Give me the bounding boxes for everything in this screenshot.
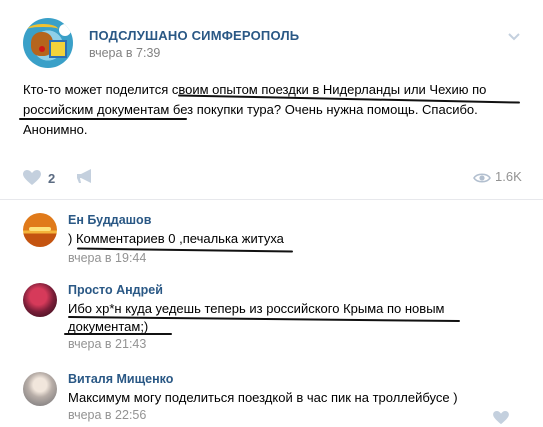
avatar-gift-box bbox=[49, 40, 67, 58]
group-avatar[interactable] bbox=[23, 18, 73, 68]
annotation-underline bbox=[64, 333, 172, 335]
post-timestamp[interactable]: вчера в 7:39 bbox=[89, 46, 160, 60]
comment-text: Максимум могу поделиться поездкой в час … bbox=[68, 390, 458, 405]
commenter-avatar[interactable] bbox=[23, 213, 57, 247]
post-actions-bar: 2 1.6K bbox=[23, 166, 533, 190]
group-name-link[interactable]: ПОДСЛУШАНО СИМФЕРОПОЛЬ bbox=[89, 28, 299, 43]
comment-timestamp[interactable]: вчера в 22:56 bbox=[68, 408, 146, 422]
commenter-avatar[interactable] bbox=[23, 283, 57, 317]
post-text: Кто-то может поделится своим опытом поез… bbox=[23, 82, 487, 137]
comment-text: ) Комментариев 0 ,печалька житуха bbox=[68, 231, 284, 246]
comment-like-button[interactable] bbox=[493, 410, 533, 426]
comment-author-link[interactable]: Просто Андрей bbox=[68, 283, 163, 297]
comment-timestamp[interactable]: вчера в 19:44 bbox=[68, 251, 146, 265]
avatar-ornament bbox=[59, 24, 71, 36]
heart-icon bbox=[23, 170, 41, 185]
views-counter: 1.6K bbox=[473, 168, 533, 188]
like-button[interactable]: 2 bbox=[23, 168, 63, 188]
chevron-down-icon[interactable] bbox=[507, 32, 521, 42]
megaphone-icon[interactable] bbox=[76, 169, 94, 185]
comments-divider bbox=[0, 199, 543, 200]
like-count: 2 bbox=[48, 171, 56, 186]
eye-icon bbox=[473, 173, 491, 183]
annotation-underline bbox=[19, 118, 187, 120]
post-header: ПОДСЛУШАНО СИМФЕРОПОЛЬ вчера в 7:39 bbox=[23, 18, 543, 70]
commenter-avatar[interactable] bbox=[23, 372, 57, 406]
views-count: 1.6K bbox=[495, 169, 522, 184]
comment-author-link[interactable]: Виталя Мищенко bbox=[68, 372, 173, 386]
heart-icon bbox=[493, 411, 509, 425]
comment-timestamp[interactable]: вчера в 21:43 bbox=[68, 337, 146, 351]
comment-author-link[interactable]: Ен Буддашов bbox=[68, 213, 151, 227]
